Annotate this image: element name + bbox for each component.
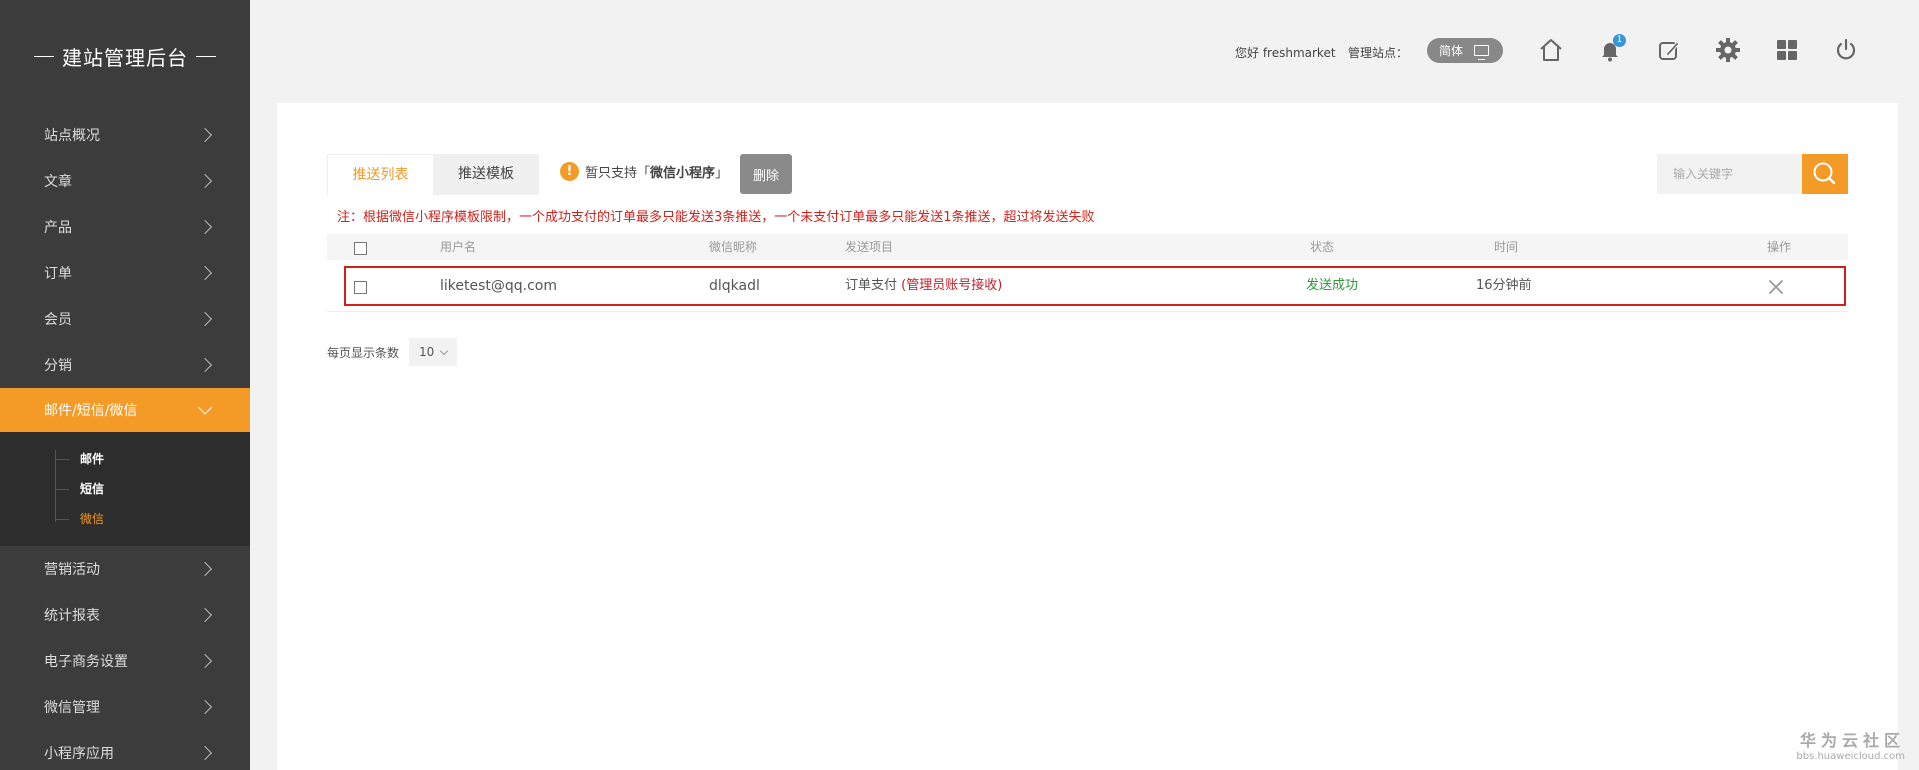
sidebar-item-ecommerce-settings[interactable]: 电子商务设置 <box>0 638 250 684</box>
sidebar-item-products[interactable]: 产品 <box>0 204 250 250</box>
search-button[interactable] <box>1802 154 1848 194</box>
col-nickname: 微信昵称 <box>709 240 758 254</box>
search-input[interactable] <box>1657 154 1802 194</box>
chevron-right-icon <box>197 265 213 281</box>
edit-icon[interactable] <box>1655 36 1683 64</box>
page-size-select[interactable]: 10 <box>409 338 458 366</box>
sidebar: 建站管理后台 站点概况 文章 产品 订单 会员 分销 邮件/短信/微信 邮件 短… <box>0 0 250 770</box>
col-action: 操作 <box>1767 240 1792 254</box>
tabs: 推送列表 推送模板 <box>327 154 539 195</box>
col-time: 时间 <box>1494 240 1519 254</box>
language-label: 简体 <box>1439 44 1464 58</box>
page-size-control: 每页显示条数 10 <box>327 338 458 366</box>
row-status: 发送成功 <box>1306 278 1359 293</box>
grid-icon[interactable] <box>1773 36 1801 64</box>
page-size-label: 每页显示条数 <box>327 345 400 360</box>
support-notice: ! 暂只支持「 微信小程序」 <box>560 162 728 181</box>
notification-badge: 1 <box>1613 34 1626 47</box>
table-header: 用户名 微信昵称 发送项目 状态 时间 操作 <box>327 234 1848 260</box>
chevron-right-icon <box>197 357 213 373</box>
row-nickname: dlqkadl <box>709 278 760 294</box>
language-switch[interactable]: 简体 <box>1427 38 1503 63</box>
select-all-checkbox[interactable] <box>354 242 367 255</box>
search-icon <box>1813 162 1836 185</box>
chevron-right-icon <box>197 561 213 577</box>
gear-icon[interactable] <box>1714 36 1742 64</box>
limit-note: 注：根据微信小程序模板限制，一个成功支付的订单最多只能发送3条推送，一个未支付订… <box>337 210 1095 225</box>
warning-icon: ! <box>560 162 579 181</box>
row-item-note: (管理员账号接收) <box>901 278 1003 293</box>
home-icon[interactable] <box>1537 36 1565 64</box>
subnav-item-sms[interactable]: 短信 <box>0 474 250 504</box>
greeting: 您好 freshmarket <box>1235 46 1336 60</box>
subnav-item-wechat[interactable]: 微信 <box>0 504 250 534</box>
close-icon[interactable] <box>1768 279 1784 295</box>
chevron-right-icon <box>197 173 213 189</box>
top-header: 您好 freshmarket 管理站点： 简体 1 <box>250 0 1919 102</box>
sidebar-subnav: 邮件 短信 微信 <box>0 432 250 546</box>
row-item: 订单支付 (管理员账号接收) <box>845 278 1003 293</box>
sidebar-item-messaging[interactable]: 邮件/短信/微信 <box>0 388 250 432</box>
monitor-icon <box>1474 45 1489 60</box>
chevron-down-icon <box>439 346 449 356</box>
site-label: 管理站点： <box>1348 46 1409 60</box>
row-username: liketest@qq.com <box>440 278 558 294</box>
sidebar-item-marketing[interactable]: 营销活动 <box>0 546 250 592</box>
col-username: 用户名 <box>440 240 477 254</box>
sidebar-item-articles[interactable]: 文章 <box>0 158 250 204</box>
row-divider <box>327 311 1848 312</box>
sidebar-item-orders[interactable]: 订单 <box>0 250 250 296</box>
sidebar-item-members[interactable]: 会员 <box>0 296 250 342</box>
sidebar-item-reports[interactable]: 统计报表 <box>0 592 250 638</box>
tab-push-list[interactable]: 推送列表 <box>327 154 433 195</box>
watermark: 华为云社区 bbs.huaweicloud.com <box>1796 731 1905 762</box>
brand: 建站管理后台 <box>0 0 250 112</box>
sidebar-item-overview[interactable]: 站点概况 <box>0 112 250 158</box>
subnav-item-email[interactable]: 邮件 <box>0 444 250 474</box>
notice-highlight: 微信小程序 <box>650 166 716 181</box>
row-time: 16分钟前 <box>1476 278 1532 293</box>
main-panel: 推送列表 推送模板 ! 暂只支持「微信小程序」 删除 注：根据微信小程序模板限制… <box>277 103 1898 770</box>
chevron-right-icon <box>197 311 213 327</box>
tab-push-template[interactable]: 推送模板 <box>433 154 539 195</box>
power-icon[interactable] <box>1832 36 1860 64</box>
chevron-right-icon <box>197 745 213 761</box>
col-item: 发送项目 <box>845 240 894 254</box>
row-checkbox[interactable] <box>354 281 367 294</box>
chevron-right-icon <box>197 127 213 143</box>
chevron-right-icon <box>197 699 213 715</box>
brand-title: 建站管理后台 <box>62 45 188 70</box>
col-status: 状态 <box>1310 240 1335 254</box>
chevron-right-icon <box>197 653 213 669</box>
delete-button[interactable]: 删除 <box>740 154 792 194</box>
notification-button[interactable]: 1 <box>1596 34 1626 64</box>
sidebar-item-wechat-management[interactable]: 微信管理 <box>0 684 250 730</box>
sidebar-item-miniprogram[interactable]: 小程序应用 <box>0 730 250 770</box>
table-row: liketest@qq.com dlqkadl 订单支付 (管理员账号接收) 发… <box>344 266 1846 306</box>
chevron-right-icon <box>197 607 213 623</box>
sidebar-item-distribution[interactable]: 分销 <box>0 342 250 388</box>
chevron-down-icon <box>197 400 213 415</box>
chevron-right-icon <box>197 219 213 235</box>
